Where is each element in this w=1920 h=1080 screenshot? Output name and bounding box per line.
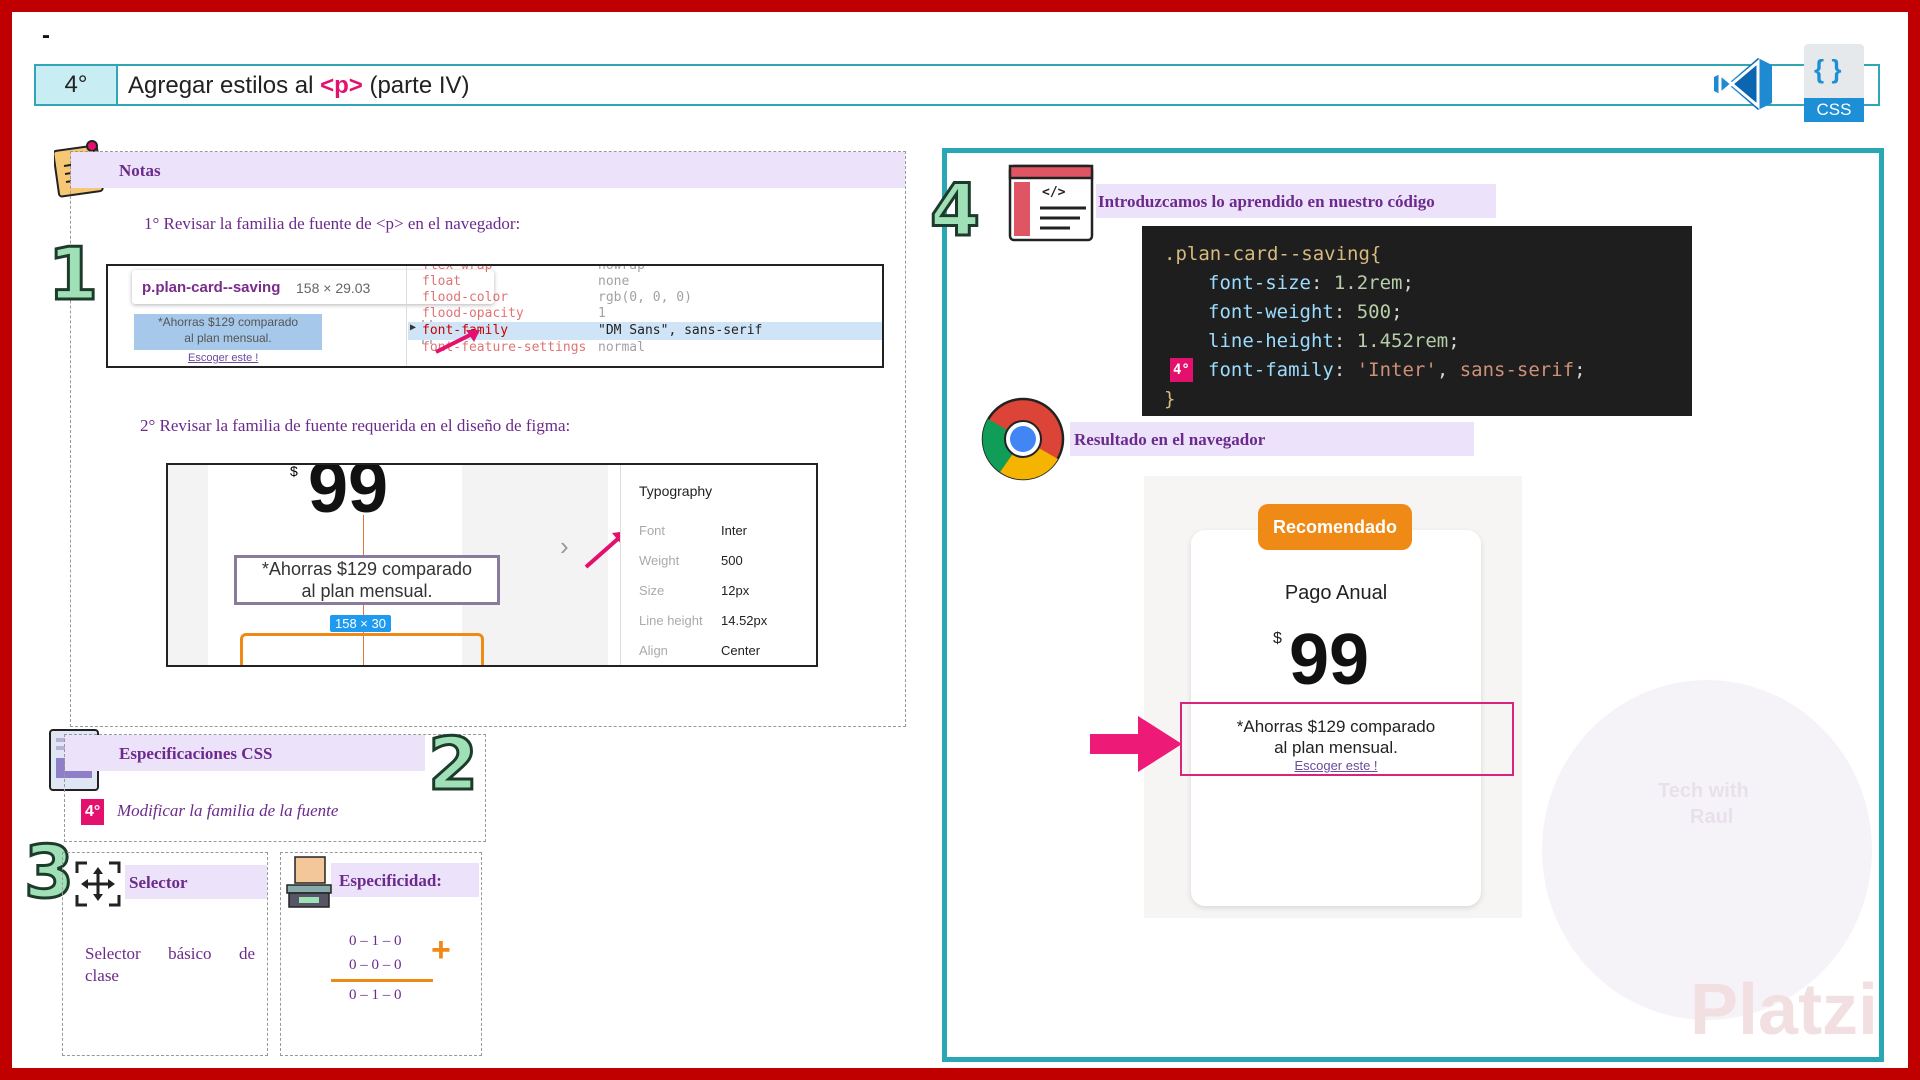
- sum-line: [331, 979, 433, 982]
- watermark-text2: Raul: [1690, 806, 1734, 828]
- slide-header: 4° Agregar estilos al <p> (parte IV): [34, 64, 1880, 106]
- code-block: .plan-card--saving{ font-size: 1.2rem; f…: [1142, 226, 1692, 416]
- highlight-frame: [1180, 702, 1514, 776]
- specificity-line1: 0 – 1 – 0: [349, 933, 402, 949]
- notes-label: Notas: [119, 161, 161, 180]
- figma-size-tag: 158 × 30: [330, 615, 391, 632]
- arrow-icon: [435, 330, 480, 354]
- devtools-link[interactable]: Escoger este !: [188, 352, 258, 364]
- scale-icon: [286, 856, 332, 908]
- title-after: (parte IV): [362, 72, 470, 99]
- highlight-line2: al plan mensual.: [184, 331, 272, 345]
- highlighted-paragraph: *Ahorras $129 comparado al plan mensual.: [134, 314, 322, 350]
- result-section-label: Resultado en el navegador: [1074, 430, 1266, 449]
- highlight-line1: *Ahorras $129 comparado: [157, 315, 299, 329]
- selector-text: Selector básico de clase: [85, 944, 255, 985]
- figma-orange-box: [240, 633, 484, 665]
- code-line-badge: 4°: [1170, 358, 1193, 382]
- step-number: 4°: [36, 66, 118, 104]
- devtools-screenshot: p.plan-card--saving 158 × 29.03 *Ahorras…: [106, 264, 884, 368]
- step1-text: 1° Revisar la familia de fuente de <p> e…: [144, 214, 521, 233]
- code-section-label: Introduzcamos lo aprendido en nuestro có…: [1098, 192, 1435, 211]
- title-tag: <p>: [320, 72, 363, 99]
- code-line: font-size: 1.2rem;: [1208, 272, 1414, 294]
- corner-mark: -: [42, 22, 50, 49]
- plan-price: 99: [1289, 620, 1370, 700]
- selector-label: Selector: [129, 873, 188, 892]
- plan-name: Pago Anual: [1284, 582, 1388, 604]
- code-window-icon: </>: [1008, 164, 1094, 242]
- number-2: 2: [426, 721, 479, 808]
- watermark-text1: Tech with: [1658, 780, 1749, 802]
- vscode-icon: [1712, 54, 1776, 114]
- code-selector: .plan-card--saving{: [1164, 243, 1382, 265]
- specificity-result: 0 – 1 – 0: [349, 987, 402, 1003]
- tooltip-size: 158 × 29.03: [296, 280, 371, 296]
- specs-item-number: 4°: [81, 799, 105, 825]
- figma-screenshot: $ 99 *Ahorras $129 comparado al plan men…: [166, 463, 818, 667]
- computed-row: flood-color rgb(0, 0, 0): [422, 290, 692, 305]
- step2-text: 2° Revisar la familia de fuente requerid…: [140, 416, 571, 435]
- tooltip-selector: p.plan-card--saving: [142, 279, 281, 296]
- typography-title: Typography: [639, 483, 713, 499]
- figma-price: 99: [308, 463, 389, 528]
- code-line-highlight: 4° font-family: 'Inter', sans-serif;: [1164, 356, 1670, 385]
- figma-text-line2: al plan mensual.: [301, 581, 433, 601]
- typography-panel: Typography Font Inter Weight 500 Size 12px …: [620, 465, 816, 665]
- watermark-circle: [1542, 680, 1872, 1020]
- figma-text-line1: *Ahorras $129 comparado: [261, 559, 473, 579]
- plan-currency: $: [1273, 630, 1282, 647]
- code-line: line-height: 1.452rem;: [1208, 330, 1460, 352]
- computed-row: flood-opacity 1: [422, 306, 606, 321]
- panel-divider: [406, 266, 407, 366]
- specs-label: Especificaciones CSS: [119, 744, 273, 763]
- svg-text:</>: </>: [1042, 185, 1066, 200]
- computed-row: float none: [422, 274, 630, 289]
- recommended-badge: Recomendado: [1258, 504, 1412, 550]
- plus-icon: +: [431, 931, 451, 969]
- especificidad-box: Especificidad: 0 – 1 – 0 0 – 0 – 0 + 0 –…: [280, 852, 482, 1056]
- specs-box: Especificaciones CSS 4° Modificar la fam…: [64, 734, 486, 842]
- css-file-icon: { } CSS: [1804, 44, 1864, 122]
- pink-arrow-icon: [1090, 716, 1182, 772]
- move-selector-icon: [75, 861, 121, 907]
- figma-currency: $: [290, 463, 298, 479]
- especificidad-label: Especificidad:: [339, 871, 442, 890]
- title-before: Agregar estilos al: [128, 72, 321, 99]
- specs-item-text: Modificar la familia de la fuente: [117, 801, 339, 820]
- slide-title: Agregar estilos al <p> (parte IV): [128, 72, 470, 100]
- computed-row: flex-wrap nowrap: [422, 264, 645, 273]
- figma-text-box: *Ahorras $129 comparado al plan mensual.: [234, 555, 500, 605]
- specificity-line2: 0 – 0 – 0: [349, 957, 402, 973]
- css-badge: CSS: [1804, 98, 1864, 122]
- notes-header: [71, 152, 905, 188]
- css-braces: { }: [1814, 54, 1842, 84]
- number-1: 1: [46, 231, 99, 318]
- code-close: }: [1164, 388, 1176, 410]
- chrome-icon: [980, 396, 1066, 482]
- browser-result: Pago Anual $ 99 *Ahorras $129 comparado …: [1144, 476, 1522, 918]
- watermark-brand: Platzi: [1690, 970, 1879, 1050]
- code-line: font-weight: 500;: [1208, 301, 1403, 323]
- chevron-right-icon[interactable]: ›: [560, 531, 569, 562]
- number-4: 4: [928, 167, 981, 254]
- selector-box: Selector Selector básico de clase: [62, 852, 268, 1056]
